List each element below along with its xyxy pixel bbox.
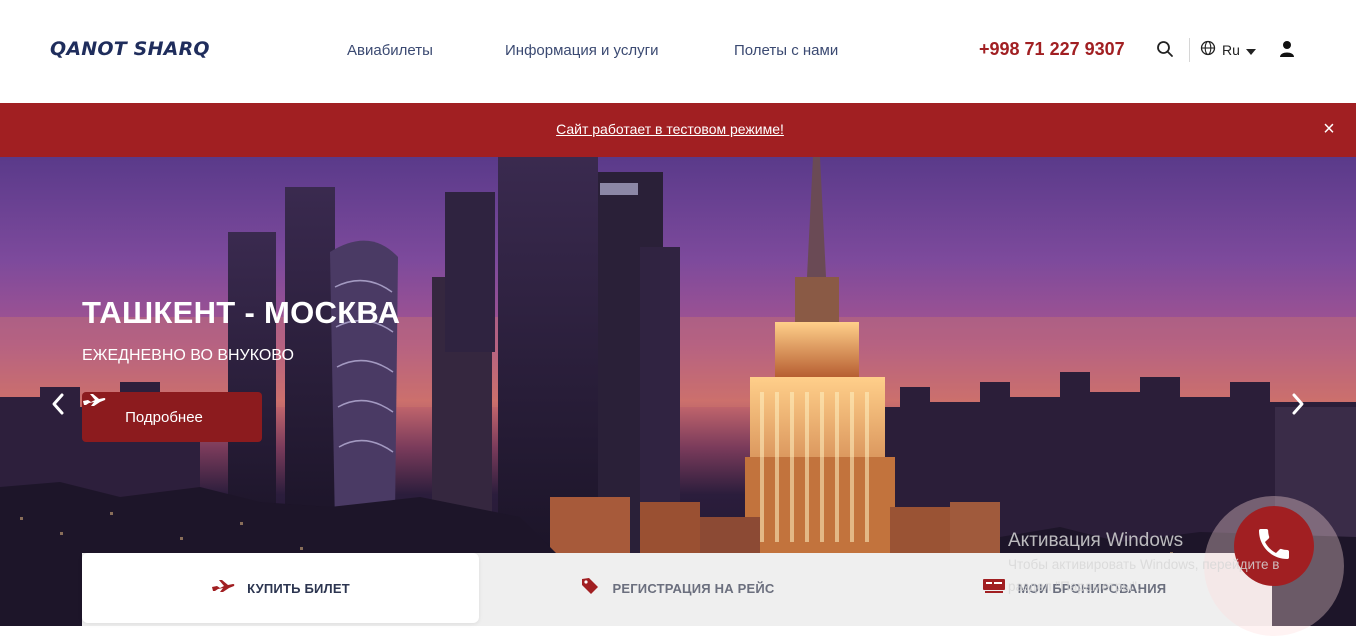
nav-item-info-services[interactable]: Информация и услуги — [505, 42, 659, 59]
phone-number[interactable]: +998 71 227 9307 — [979, 39, 1125, 60]
tab-check-in[interactable]: РЕГИСТРАЦИЯ НА РЕЙС — [479, 553, 876, 623]
header-divider — [1189, 38, 1190, 62]
tag-icon — [580, 576, 600, 601]
booking-tabs: КУПИТЬ БИЛЕТ РЕГИСТРАЦИЯ НА РЕЙС МОИ БРО… — [82, 553, 1272, 626]
tab-my-bookings-label: МОИ БРОНИРОВАНИЯ — [1017, 580, 1167, 596]
language-selector[interactable]: Ru — [1200, 40, 1256, 59]
call-button[interactable] — [1234, 506, 1314, 586]
ticket-icon — [982, 577, 1006, 600]
notice-link[interactable]: Сайт работает в тестовом режиме! — [0, 121, 1340, 137]
tab-buy-ticket[interactable]: КУПИТЬ БИЛЕТ — [82, 553, 479, 623]
nav-item-tickets[interactable]: Авиабилеты — [347, 42, 433, 59]
details-button[interactable]: Подробнее — [82, 392, 262, 442]
nav-item-fly-with-us[interactable]: Полеты с нами — [734, 42, 838, 59]
chevron-down-icon — [1245, 48, 1256, 55]
hero-title: ТАШКЕНТ - МОСКВА — [82, 295, 401, 330]
logo[interactable]: QANOT SHARQ — [50, 38, 210, 60]
airplane-icon — [211, 578, 235, 599]
user-icon[interactable] — [1276, 38, 1298, 60]
tab-check-in-label: РЕГИСТРАЦИЯ НА РЕЙС — [612, 580, 775, 596]
chevron-right-icon[interactable] — [1286, 389, 1310, 419]
tab-buy-ticket-label: КУПИТЬ БИЛЕТ — [247, 580, 350, 596]
search-icon[interactable] — [1154, 38, 1176, 60]
globe-icon — [1200, 40, 1216, 59]
hero-subtitle: ЕЖЕДНЕВНО ВО ВНУКОВО — [82, 347, 294, 364]
details-button-label: Подробнее — [125, 408, 203, 426]
phone-icon — [1254, 524, 1294, 569]
close-icon[interactable]: × — [1320, 118, 1338, 140]
test-mode-notice: Сайт работает в тестовом режиме! — [0, 103, 1356, 157]
site-header: QANOT SHARQ Авиабилеты Информация и услу… — [0, 0, 1356, 103]
language-label: Ru — [1222, 41, 1240, 58]
chevron-left-icon[interactable] — [46, 389, 70, 419]
